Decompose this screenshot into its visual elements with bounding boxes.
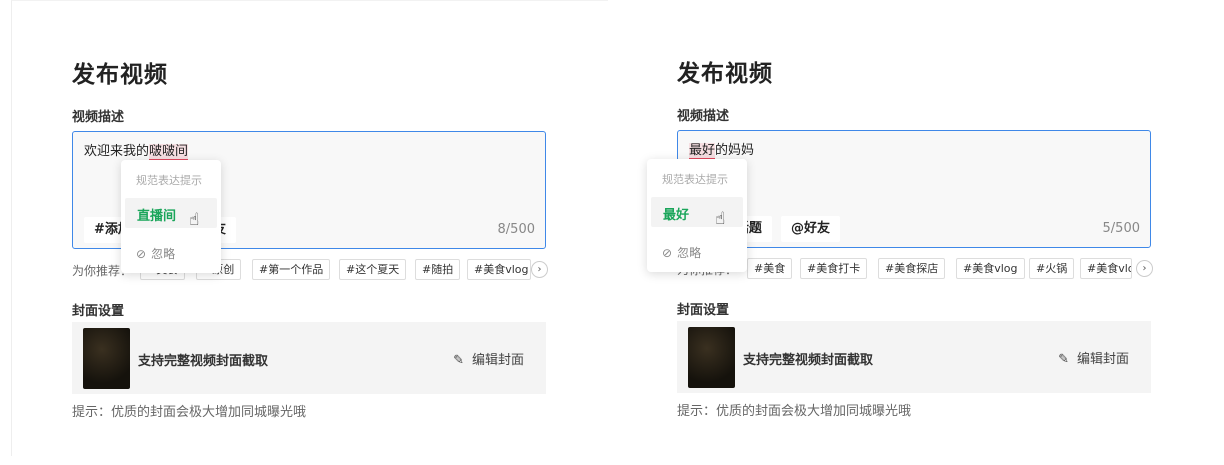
cover-hint: 提示：优质的封面会极大增加同城曝光哦 <box>72 405 307 420</box>
tag-item[interactable]: #美食vlog <box>956 258 1025 279</box>
eye-off-icon: ⊘ <box>136 247 147 261</box>
tag-item[interactable]: #随拍 <box>415 259 461 280</box>
desc-text: 最好的妈妈 <box>689 143 755 160</box>
tag-item[interactable]: #美食 <box>747 258 793 279</box>
cover-hint: 提示：优质的封面会极大增加同城曝光哦 <box>677 404 912 419</box>
hand-cursor-icon: ☝ <box>189 210 200 230</box>
popup-heading: 规范表达提示 <box>662 173 728 186</box>
publish-panel-right: 发布视频 视频描述 最好的妈妈 #添加话题 @好友 5/500 为你推荐： #美… <box>617 0 1214 456</box>
flagged-phrase[interactable]: 最好 <box>689 143 716 160</box>
suggested-tags: 为你推荐： #美食 #美食打卡 #美食探店 #美食vlog #火锅 #美食vlo… <box>677 258 1153 280</box>
chevron-right-icon[interactable]: › <box>1136 260 1153 277</box>
cover-thumbnail[interactable] <box>83 328 130 389</box>
tag-item[interactable]: #这个夏天 <box>339 259 407 280</box>
page-title: 发布视频 <box>677 61 773 87</box>
cover-label: 封面设置 <box>677 303 730 318</box>
replace-option[interactable]: 直播间 <box>125 198 217 228</box>
tag-item[interactable]: #美食vlog <box>467 259 531 280</box>
ignore-option[interactable]: ⊘ 忽略 <box>662 244 701 261</box>
eye-off-icon: ⊘ <box>662 246 673 260</box>
cover-thumbnail[interactable] <box>688 327 735 388</box>
tag-item[interactable]: #第一个作品 <box>252 259 331 280</box>
hand-cursor-icon: ☝ <box>715 209 726 229</box>
edit-cover-button[interactable]: ✎ 编辑封面 <box>1058 348 1129 367</box>
tag-item[interactable]: #火锅 <box>1029 258 1075 279</box>
page-title: 发布视频 <box>72 62 168 88</box>
cover-info: 支持完整视频封面截取 <box>138 354 269 369</box>
cover-settings: 支持完整视频封面截取 ✎ 编辑封面 <box>72 322 546 394</box>
mention-friend-chip[interactable]: @好友 <box>781 216 841 242</box>
cover-label: 封面设置 <box>72 304 125 319</box>
desc-label: 视频描述 <box>72 110 125 125</box>
flagged-phrase[interactable]: 啵啵间 <box>149 144 189 161</box>
chevron-right-icon[interactable]: › <box>531 261 548 278</box>
char-counter: 5/500 <box>1102 221 1140 236</box>
tag-item[interactable]: #美食打卡 <box>800 258 868 279</box>
pencil-icon: ✎ <box>453 353 464 368</box>
popup-heading: 规范表达提示 <box>136 174 202 187</box>
desc-label: 视频描述 <box>677 109 730 124</box>
tag-item[interactable]: #美食vlog <box>1080 258 1132 279</box>
char-counter: 8/500 <box>497 222 535 237</box>
cover-info: 支持完整视频封面截取 <box>743 353 874 368</box>
edit-cover-button[interactable]: ✎ 编辑封面 <box>453 349 524 368</box>
pencil-icon: ✎ <box>1058 352 1069 367</box>
cover-settings: 支持完整视频封面截取 ✎ 编辑封面 <box>677 321 1151 393</box>
ignore-option[interactable]: ⊘ 忽略 <box>136 245 175 262</box>
expression-tip-popup: 规范表达提示 最好 ⊘ 忽略 ☝ <box>647 159 747 272</box>
desc-textarea[interactable]: 最好的妈妈 #添加话题 @好友 5/500 <box>677 130 1151 248</box>
expression-tip-popup: 规范表达提示 直播间 ⊘ 忽略 ☝ <box>121 160 221 273</box>
tag-item[interactable]: #美食探店 <box>878 258 946 279</box>
publish-panel-left: 发布视频 视频描述 欢迎来我的啵啵间 #添加话题 @好友 8/500 为你推荐：… <box>11 0 608 456</box>
replace-option[interactable]: 最好 <box>651 197 743 227</box>
desc-text: 欢迎来我的啵啵间 <box>84 144 189 161</box>
